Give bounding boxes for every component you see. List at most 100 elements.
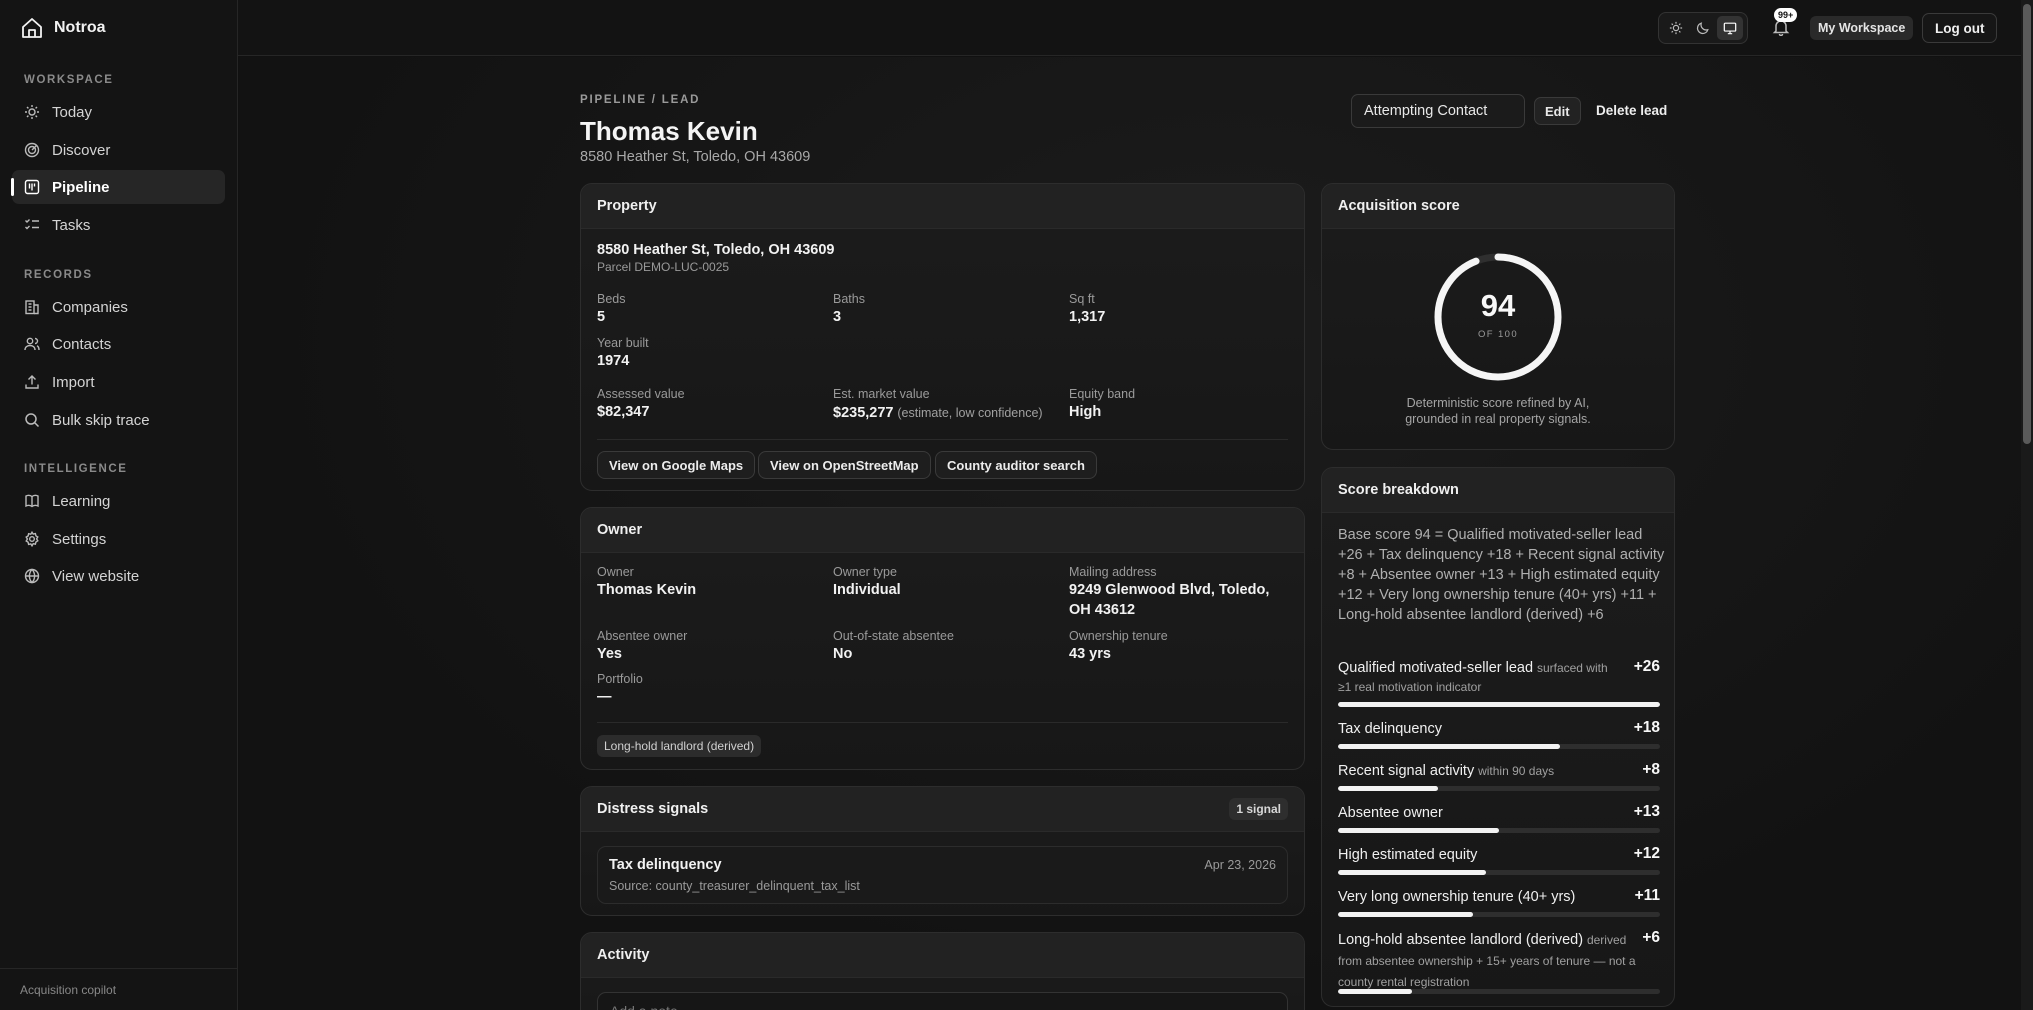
- breakdown-item-points: +12: [1633, 845, 1660, 862]
- breakdown-item-desc: within 90 days: [1478, 764, 1555, 778]
- sun-icon: [1670, 21, 1683, 35]
- breakdown-bar-fill: [1338, 744, 1561, 749]
- sidebar-item-contacts[interactable]: Contacts: [12, 327, 225, 361]
- sidebar-item-label: Learning: [52, 492, 111, 510]
- workspace-button[interactable]: My Workspace: [1810, 16, 1914, 40]
- parcel-id: Parcel DEMO-LUC-0025: [597, 260, 730, 274]
- mailing-line1: 9249 Glenwood Blvd, Toledo,: [1069, 582, 1270, 598]
- radar-icon: [24, 142, 40, 158]
- checklist-icon: [25, 219, 39, 230]
- distress-signals-card: Distress signals 1 signal Tax delinquenc…: [580, 786, 1305, 916]
- breakdown-item: Very long ownership tenure (40+ yrs) +11: [1338, 887, 1660, 917]
- light-theme-button[interactable]: [1663, 16, 1689, 40]
- breakdown-bar-fill: [1338, 786, 1438, 791]
- signal-name: Tax delinquency: [609, 857, 722, 873]
- sidebar-item-label: Companies: [52, 298, 128, 316]
- sidebar-item-pipeline[interactable]: Pipeline: [11, 170, 225, 204]
- breakdown-bar: [1338, 828, 1660, 833]
- breakdown-bar: [1338, 989, 1660, 994]
- score-max: OF 100: [1477, 329, 1519, 340]
- equity-value: High: [1069, 404, 1102, 420]
- gear-icon: [25, 531, 39, 547]
- status-select[interactable]: Attempting Contact: [1351, 94, 1525, 128]
- score-breakdown-card: Score breakdown Base score 94 = Qualifie…: [1321, 467, 1675, 1007]
- card-title: Score breakdown: [1338, 482, 1459, 498]
- tenure-value: 43 yrs: [1069, 646, 1111, 662]
- theme-toggle: [1658, 12, 1748, 44]
- baths-label: Baths: [833, 292, 865, 306]
- sidebar-footer: Acquisition copilot: [0, 968, 238, 1010]
- oos-value: No: [833, 646, 853, 662]
- breakdown-summary: Base score 94 = Qualified motivated-sell…: [1338, 527, 1665, 623]
- sidebar-item-companies[interactable]: Companies: [12, 290, 225, 324]
- breakdown-item-points: +18: [1633, 719, 1660, 736]
- sidebar-item-discover[interactable]: Discover: [12, 133, 225, 167]
- sidebar-item-view-website[interactable]: View website: [12, 559, 225, 593]
- card-title: Owner: [597, 522, 643, 538]
- market-value: $235,277: [833, 405, 894, 421]
- breakdown-item: Tax delinquency +18: [1338, 719, 1660, 749]
- sidebar-item-settings[interactable]: Settings: [12, 522, 225, 556]
- scrollbar-thumb[interactable]: [2023, 4, 2031, 444]
- county-auditor-button[interactable]: County auditor search: [935, 451, 1097, 479]
- sidebar-item-tasks[interactable]: Tasks: [12, 208, 225, 242]
- breakdown-bar-fill: [1338, 828, 1499, 833]
- breakdown-item: Qualified motivated-seller lead surfaced…: [1338, 658, 1660, 707]
- property-card: Property 8580 Heather St, Toledo, OH 436…: [580, 183, 1305, 491]
- signal-item[interactable]: Tax delinquency Source: county_treasurer…: [597, 846, 1288, 904]
- sidebar-item-today[interactable]: Today: [12, 95, 225, 129]
- page-title: Thomas Kevin: [580, 116, 758, 146]
- breakdown-bar: [1338, 870, 1660, 875]
- openstreetmap-button[interactable]: View on OpenStreetMap: [758, 451, 931, 479]
- sidebar-item-learning[interactable]: Learning: [12, 484, 225, 518]
- breakdown-item-points: +8: [1642, 761, 1660, 778]
- sidebar-item-import[interactable]: Import: [12, 365, 225, 399]
- owner-value: Thomas Kevin: [597, 582, 697, 598]
- topbar: [238, 0, 2021, 56]
- divider: [597, 439, 1288, 440]
- system-theme-button[interactable]: [1716, 16, 1743, 40]
- logout-button[interactable]: Log out: [1922, 13, 1998, 43]
- monitor-icon: [1723, 22, 1736, 35]
- sidebar-item-label: Pipeline: [52, 178, 110, 196]
- house-logo-icon: [22, 18, 42, 38]
- scrollbar[interactable]: [2021, 0, 2033, 1010]
- score-caption-line1: Deterministic score refined by AI,: [1406, 396, 1590, 410]
- breakdown-item-name: High estimated equity: [1338, 847, 1478, 863]
- owner-card: Owner Owner Thomas Kevin Owner type Indi…: [580, 507, 1305, 770]
- add-note-input[interactable]: Add a note...: [597, 992, 1288, 1010]
- section-workspace: WORKSPACE: [24, 74, 114, 86]
- globe-icon: [24, 568, 40, 584]
- owner-label: Owner: [597, 565, 634, 579]
- edit-button[interactable]: Edit: [1534, 97, 1581, 125]
- owner-tag: Long-hold landlord (derived): [597, 735, 762, 757]
- breakdown-item-name: Qualified motivated-seller lead: [1338, 660, 1534, 676]
- breakdown-bar-fill: [1338, 912, 1474, 917]
- delete-lead-button[interactable]: Delete lead: [1596, 103, 1667, 118]
- section-records: RECORDS: [24, 269, 93, 281]
- brand[interactable]: Notroa: [20, 16, 106, 40]
- mailing-line2: OH 43612: [1069, 602, 1136, 618]
- breakdown-bar: [1338, 786, 1660, 791]
- card-title: Activity: [597, 947, 650, 963]
- breakdown-bar-fill: [1338, 870, 1487, 875]
- breakdown-item-points: +11: [1634, 887, 1660, 904]
- sidebar-item-bulk-skip-trace[interactable]: Bulk skip trace: [12, 403, 225, 437]
- google-maps-button[interactable]: View on Google Maps: [597, 451, 756, 479]
- absentee-label: Absentee owner: [597, 629, 688, 643]
- beds-label: Beds: [597, 292, 626, 306]
- users-icon: [24, 337, 40, 351]
- brand-name: Notroa: [54, 19, 106, 36]
- signal-date: Apr 23, 2026: [1204, 858, 1276, 872]
- book-icon: [25, 494, 39, 508]
- tenure-label: Ownership tenure: [1069, 629, 1168, 643]
- dark-theme-button[interactable]: [1690, 16, 1716, 40]
- notification-badge: 99+: [1774, 8, 1798, 22]
- year-built-value: 1974: [597, 353, 630, 369]
- breadcrumb: PIPELINE / LEAD: [580, 94, 701, 106]
- baths-value: 3: [833, 309, 842, 325]
- divider: [597, 722, 1288, 723]
- upload-icon: [25, 375, 39, 389]
- owner-type-label: Owner type: [833, 565, 897, 579]
- market-value-row: $235,277 (estimate, low confidence): [833, 404, 1043, 421]
